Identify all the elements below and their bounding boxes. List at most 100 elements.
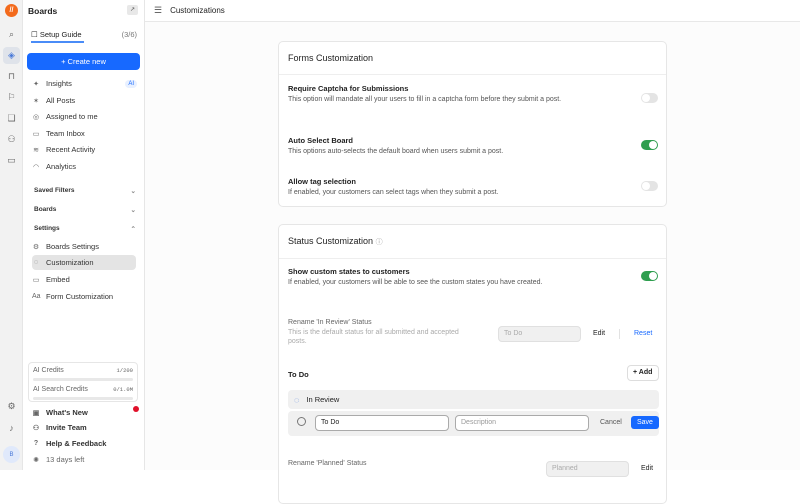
save-button[interactable]: Save (631, 416, 659, 429)
section-boards[interactable]: Boards ⌄ (34, 206, 136, 214)
settings-icon[interactable]: ⚙ (3, 398, 20, 415)
users-icon[interactable]: ⚇ (3, 131, 20, 148)
captcha-setting: Require Captcha for Submissions This opti… (288, 84, 658, 104)
setup-guide[interactable]: ☐ Setup Guide (3/6) (31, 30, 137, 39)
edit-button[interactable]: Edit (593, 330, 605, 337)
setting-desc: This is the default status for all submi… (288, 329, 459, 346)
setting-title: Rename 'In Review' Status (288, 319, 372, 326)
setting-title: Allow tag selection (288, 177, 356, 186)
sidebar-item-boards-settings[interactable]: ⚙ Boards Settings (32, 239, 140, 254)
chevron-down-icon: ⌄ (130, 188, 136, 195)
planned-name-input[interactable]: Planned (546, 461, 629, 477)
sidebar-item-form-customization[interactable]: Aa Form Customization (32, 289, 140, 304)
sidebar-item-all-posts[interactable]: ✶ All Posts (32, 93, 140, 108)
show-custom-states-toggle[interactable] (641, 271, 658, 281)
section-saved-filters[interactable]: Saved Filters ⌄ (34, 187, 136, 195)
roadmap-icon[interactable]: ⊓ (3, 68, 20, 85)
help-feedback-link[interactable]: ? Help & Feedback (32, 436, 140, 451)
chevron-up-icon: ⌃ (130, 226, 136, 233)
chevron-down-icon: ⌄ (130, 207, 136, 214)
label: Help & Feedback (46, 439, 107, 448)
docs-icon[interactable]: ❑ (3, 110, 20, 127)
label: Customization (46, 258, 94, 267)
info-icon[interactable]: ⓘ (376, 239, 383, 246)
add-status-button[interactable]: + Add (627, 365, 659, 381)
auto-select-board-toggle[interactable] (641, 140, 658, 150)
create-new-button[interactable]: + Create new (27, 53, 140, 70)
main-content: Forms Customization Require Captcha for … (145, 22, 800, 504)
sidebar-item-insights[interactable]: ✦ Insights AI (32, 76, 140, 91)
label: Saved Filters (34, 187, 75, 194)
invite-icon: ⚇ (32, 424, 40, 432)
changelog-icon[interactable]: ⚐ (3, 89, 20, 106)
todo-heading: To Do (288, 370, 309, 379)
sun-icon: ✺ (33, 456, 39, 464)
gauge-icon: ◠ (32, 163, 40, 171)
target-icon: ◎ (32, 113, 40, 121)
auto-select-board-setting: Auto Select Board This options auto-selec… (288, 136, 658, 156)
inbox-icon: ▭ (32, 130, 40, 138)
gift-icon: ▣ (32, 409, 40, 417)
in-review-name-input[interactable]: To Do (498, 326, 581, 342)
tag-selection-toggle[interactable] (641, 181, 658, 191)
chat-icon[interactable]: ▭ (3, 152, 20, 169)
menu-toggle-icon[interactable]: ☰ (154, 5, 162, 16)
label: AI Search Credits (33, 386, 88, 393)
label: Settings (34, 225, 60, 232)
credits-panel: AI Credits 1/200 AI Search Credits 0/1.0M (28, 362, 138, 402)
setting-desc: If enabled, your customers will be able … (288, 279, 543, 286)
tag-selection-setting: Allow tag selection If enabled, your cust… (288, 177, 658, 197)
search-icon[interactable]: ⌕ (3, 26, 20, 43)
sidebar-item-recent-activity[interactable]: ≋ Recent Activity (32, 142, 140, 157)
divider (619, 329, 620, 339)
sidebar-item-assigned[interactable]: ◎ Assigned to me (32, 109, 140, 124)
gear-icon: ⚙ (32, 243, 40, 251)
notifications-icon[interactable]: ♪ (3, 419, 20, 436)
trial-days-left[interactable]: ✺ 13 days left (32, 452, 140, 467)
expand-icon[interactable]: ↗ (127, 5, 138, 15)
invite-team-link[interactable]: ⚇ Invite Team (32, 420, 140, 435)
value: 0/1.0M (113, 386, 133, 393)
sidebar-item-analytics[interactable]: ◠ Analytics (32, 159, 140, 174)
ai-search-credits-bar (33, 397, 133, 400)
sidebar-item-customization[interactable]: ◌ Customization (32, 255, 136, 270)
setting-title: Auto Select Board (288, 136, 354, 145)
ai-search-credits: AI Search Credits 0/1.0M (33, 386, 133, 393)
setting-desc: This options auto-selects the default bo… (288, 148, 504, 155)
status-name-input[interactable]: To Do (315, 415, 449, 431)
palette-icon: ◌ (33, 259, 39, 266)
whats-new-link[interactable]: ▣ What's New (32, 405, 140, 420)
in-progress-icon: ◌ (294, 394, 300, 405)
status-item-in-review[interactable]: ◌ In Review (288, 390, 659, 409)
font-icon: Aa (32, 293, 41, 300)
setting-title: Show custom states to customers (288, 267, 410, 276)
section-settings[interactable]: Settings ⌃ (34, 225, 136, 233)
label: What's New (46, 408, 88, 417)
sidebar-item-embed[interactable]: ▭ Embed (32, 272, 140, 287)
app-logo[interactable]: // (5, 4, 18, 17)
label: Embed (46, 275, 70, 284)
new-status-row: To Do Description Cancel Save (288, 411, 659, 436)
star-icon: ✶ (33, 97, 39, 105)
status-circle-icon[interactable] (297, 417, 306, 426)
label: Boards (34, 206, 57, 213)
label: All Posts (46, 96, 76, 105)
reset-button[interactable]: Reset (634, 330, 652, 337)
label: Assigned to me (46, 112, 98, 121)
cancel-button[interactable]: Cancel (600, 419, 622, 426)
boards-icon[interactable]: ◈ (3, 47, 20, 64)
title-text: Status Customization (288, 236, 374, 246)
label: AI Credits (33, 367, 64, 374)
status-description-input[interactable]: Description (455, 415, 589, 431)
card-title: Forms Customization (279, 42, 666, 75)
sidebar-item-team-inbox[interactable]: ▭ Team Inbox (32, 126, 140, 141)
captcha-toggle[interactable] (641, 93, 658, 103)
setting-desc: If enabled, your customers can select ta… (288, 189, 499, 196)
rss-icon: ≋ (33, 146, 39, 154)
setting-title: Require Captcha for Submissions (288, 84, 409, 93)
label: Analytics (46, 162, 77, 171)
ai-badge: AI (125, 79, 137, 88)
user-avatar[interactable]: B (3, 446, 20, 463)
planned-edit-button[interactable]: Edit (641, 465, 653, 472)
label: Form Customization (46, 292, 114, 301)
